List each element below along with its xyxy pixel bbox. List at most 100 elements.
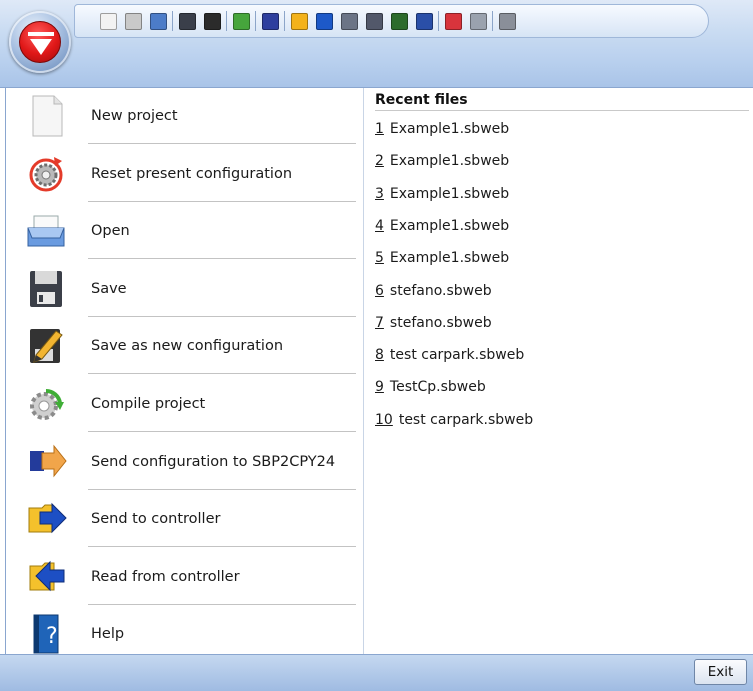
command-label: Help — [91, 626, 125, 643]
recent-file-name: test carpark.sbweb — [389, 347, 525, 364]
read-controller-toolbar-button[interactable] — [313, 10, 335, 32]
recent-file-item[interactable]: 2 Example1.sbweb — [375, 153, 509, 169]
wireless-icon — [365, 12, 383, 30]
recent-file-number: 10 — [375, 411, 393, 428]
help-book-icon: ? — [24, 613, 68, 655]
command-label: Save — [91, 280, 127, 297]
compile-gear-icon — [24, 383, 68, 425]
recent-files-divider — [375, 110, 749, 111]
open-toolbar-button[interactable] — [147, 10, 169, 32]
command-label: Compile project — [91, 396, 206, 412]
new-project-icon — [24, 95, 68, 137]
wireless-toolbar-button[interactable] — [363, 10, 385, 32]
recent-file-number: 2 — [375, 153, 384, 170]
command-separator — [88, 143, 356, 144]
antenna-icon — [340, 12, 358, 30]
read-arrow-icon — [24, 556, 68, 598]
send-config-arrow-icon — [24, 441, 68, 483]
save-toolbar-button[interactable] — [176, 10, 198, 32]
recent-file-item[interactable]: 1 Example1.sbweb — [375, 121, 509, 137]
new-project-command[interactable]: New project — [6, 88, 364, 144]
save-command[interactable]: Save — [6, 261, 364, 317]
open-icon — [149, 12, 167, 30]
new-icon — [99, 12, 117, 30]
recent-file-name: TestCp.sbweb — [389, 379, 486, 396]
send-config-toolbar-button[interactable] — [259, 10, 281, 32]
save-icon — [178, 12, 196, 30]
command-label: Reset present configuration — [91, 165, 293, 182]
command-separator — [88, 258, 356, 260]
recent-file-item[interactable]: 8 test carpark.sbweb — [375, 347, 524, 363]
monitor-color-icon — [444, 12, 462, 30]
recent-file-number: 5 — [375, 250, 384, 267]
toolbar-separator — [226, 11, 227, 31]
recent-file-number: 9 — [375, 379, 384, 396]
send-controller-toolbar-button[interactable] — [288, 10, 310, 32]
reset-toolbar-button[interactable] — [122, 10, 144, 32]
command-label: Save as new configuration — [91, 338, 284, 355]
tools-icon — [498, 12, 516, 30]
floppy-disk-icon — [24, 268, 68, 310]
application-menu: New project Reset present configuration Op… — [5, 88, 753, 654]
menu-divider — [363, 88, 364, 654]
reset-configuration-command[interactable]: Reset present configuration — [6, 146, 364, 202]
quick-access-toolbar — [74, 4, 709, 38]
compile-project-command[interactable]: Compile project — [6, 376, 364, 432]
recent-file-name: Example1.sbweb — [389, 153, 510, 170]
network-icon — [390, 12, 408, 30]
recent-file-item[interactable]: 6 stefano.sbweb — [375, 283, 492, 299]
toolbar-separator — [172, 11, 173, 31]
recent-file-name: Example1.sbweb — [389, 185, 510, 202]
recent-files-title: Recent files — [375, 92, 468, 108]
toolbar-separator — [438, 11, 439, 31]
recent-file-item[interactable]: 9 TestCp.sbweb — [375, 379, 486, 395]
save-as-pencil-icon — [24, 325, 68, 367]
send-arrow-icon — [24, 498, 68, 540]
compile-toolbar-button[interactable] — [230, 10, 252, 32]
menu-footer: Exit — [0, 654, 753, 691]
recent-file-number: 6 — [375, 282, 384, 299]
recent-file-item[interactable]: 3 Example1.sbweb — [375, 186, 509, 202]
recent-file-name: Example1.sbweb — [389, 217, 510, 234]
command-label: Read from controller — [91, 568, 240, 585]
tools-toolbar-button[interactable] — [496, 10, 518, 32]
save-as-new-command[interactable]: Save as new configuration — [6, 318, 364, 375]
recent-file-name: stefano.sbweb — [389, 314, 492, 331]
command-separator — [88, 373, 356, 375]
recent-file-name: stefano.sbweb — [389, 282, 492, 299]
command-label: Send to controller — [91, 511, 221, 528]
open-command[interactable]: Open — [6, 203, 364, 260]
recent-file-name: test carpark.sbweb — [398, 411, 534, 428]
reset-icon — [124, 12, 142, 30]
antenna-toolbar-button[interactable] — [338, 10, 360, 32]
send-config-icon — [261, 12, 279, 30]
recent-file-item[interactable]: 4 Example1.sbweb — [375, 218, 509, 234]
command-separator — [88, 546, 356, 548]
network-blue-toolbar-button[interactable] — [413, 10, 435, 32]
recent-file-item[interactable]: 10 test carpark.sbweb — [375, 412, 533, 428]
read-controller-command[interactable]: Read from controller — [6, 549, 364, 605]
svg-text:?: ? — [46, 624, 58, 649]
monitor-color-toolbar-button[interactable] — [442, 10, 464, 32]
command-separator — [88, 603, 356, 605]
monitor-icon — [469, 12, 487, 30]
command-separator — [88, 431, 356, 432]
toolbar-separator — [284, 11, 285, 31]
new-toolbar-button[interactable] — [97, 10, 119, 32]
open-tray-icon — [24, 210, 68, 252]
network-toolbar-button[interactable] — [388, 10, 410, 32]
send-controller-icon — [290, 12, 308, 30]
read-controller-icon — [315, 12, 333, 30]
monitor-toolbar-button[interactable] — [467, 10, 489, 32]
recent-file-item[interactable]: 5 Example1.sbweb — [375, 250, 509, 266]
toolbar-separator — [492, 11, 493, 31]
application-menu-button[interactable] — [9, 11, 71, 73]
send-controller-command[interactable]: Send to controller — [6, 491, 364, 548]
recent-file-item[interactable]: 7 stefano.sbweb — [375, 315, 492, 331]
exit-button[interactable]: Exit — [694, 659, 747, 685]
app-logo — [19, 21, 61, 63]
command-label: Open — [91, 223, 130, 240]
recent-file-number: 7 — [375, 314, 384, 331]
send-config-command[interactable]: Send configuration to SBP2CPY24 — [6, 434, 364, 490]
save-as-toolbar-button[interactable] — [201, 10, 223, 32]
